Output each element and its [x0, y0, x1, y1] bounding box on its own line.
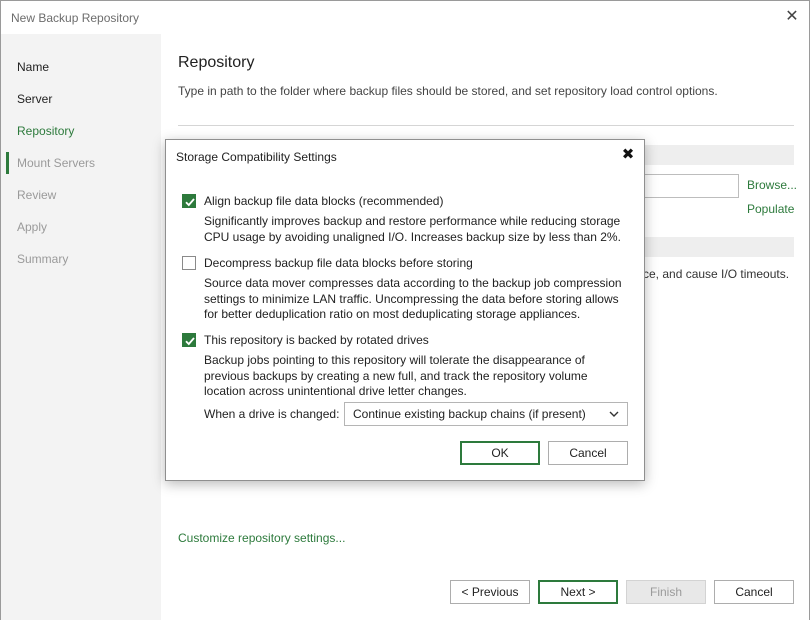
- decompress-blocks-label[interactable]: Decompress backup file data blocks befor…: [204, 256, 473, 270]
- cancel-button[interactable]: Cancel: [714, 580, 794, 604]
- storage-compatibility-dialog: Storage Compatibility Settings ✖ Align b…: [165, 139, 645, 481]
- sidebar-item-name[interactable]: Name: [17, 58, 49, 76]
- checkmark-icon: [185, 337, 195, 346]
- rotated-drives-label[interactable]: This repository is backed by rotated dri…: [204, 333, 429, 347]
- title-bar: New Backup Repository ✕: [1, 1, 809, 34]
- folder-section-header: [641, 145, 794, 165]
- decompress-blocks-description: Source data mover compresses data accord…: [204, 276, 622, 321]
- window-title: New Backup Repository: [11, 11, 140, 25]
- dialog-cancel-button[interactable]: Cancel: [548, 441, 628, 465]
- drive-changed-value: Continue existing backup chains (if pres…: [353, 407, 586, 421]
- next-button[interactable]: Next >: [538, 580, 618, 604]
- sidebar-item-repository[interactable]: Repository: [17, 122, 74, 140]
- browse-link[interactable]: Browse...: [747, 178, 797, 192]
- sidebar-item-apply: Apply: [17, 220, 48, 234]
- sidebar-item-mount-servers: Mount Servers: [17, 156, 96, 170]
- decompress-blocks-checkbox[interactable]: [182, 256, 196, 270]
- page-description: Type in path to the folder where backup …: [178, 84, 718, 98]
- drive-changed-label: When a drive is changed:: [204, 407, 340, 421]
- rotated-drives-description: Backup jobs pointing to this repository …: [204, 353, 588, 398]
- wizard-step-sidebar: Name Server Repository Mount Servers Rev…: [1, 34, 161, 620]
- previous-button[interactable]: < Previous: [450, 580, 530, 604]
- rotated-drives-checkbox[interactable]: [182, 333, 196, 347]
- header-separator: [178, 125, 794, 126]
- folder-path-input[interactable]: [641, 174, 739, 198]
- align-blocks-checkbox[interactable]: [182, 194, 196, 208]
- finish-button: Finish: [626, 580, 706, 604]
- sidebar-item-server[interactable]: Server: [17, 90, 52, 108]
- sidebar-item-review: Review: [17, 188, 57, 202]
- chevron-down-icon: [609, 411, 619, 417]
- populate-link[interactable]: Populate: [747, 202, 794, 216]
- drive-changed-select[interactable]: Continue existing backup chains (if pres…: [344, 402, 628, 426]
- align-blocks-label[interactable]: Align backup file data blocks (recommend…: [204, 194, 443, 208]
- checkmark-icon: [185, 198, 195, 207]
- dialog-title: Storage Compatibility Settings: [176, 150, 337, 164]
- align-blocks-description: Significantly improves backup and restor…: [204, 214, 621, 244]
- dialog-ok-button[interactable]: OK: [460, 441, 540, 465]
- sidebar-item-summary: Summary: [17, 252, 69, 266]
- customize-repository-settings-link[interactable]: Customize repository settings...: [178, 531, 345, 545]
- close-icon[interactable]: ✕: [783, 7, 801, 27]
- page-title: Repository: [178, 54, 255, 71]
- active-step-marker: [6, 152, 9, 174]
- load-control-section-header: [641, 237, 794, 257]
- dialog-close-icon[interactable]: ✖: [620, 146, 636, 164]
- load-control-description: ce, and cause I/O timeouts.: [643, 267, 790, 281]
